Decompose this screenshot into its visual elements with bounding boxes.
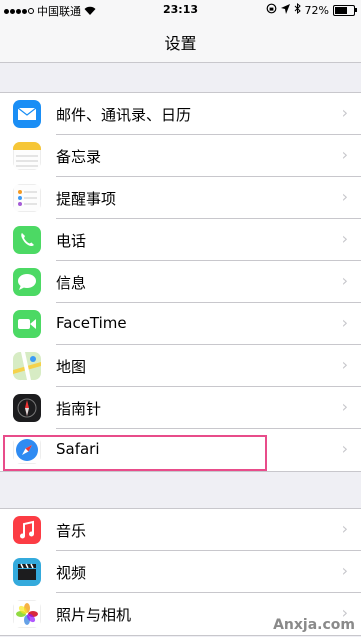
compass-icon [13, 394, 41, 422]
chevron-right-icon: › [341, 355, 348, 374]
row-label: 照片与相机 [56, 606, 132, 624]
row-label: FaceTime [56, 314, 127, 332]
row-label: 音乐 [56, 522, 87, 540]
reminders-icon [13, 184, 41, 212]
mail-icon [13, 100, 41, 128]
battery-icon [333, 4, 357, 16]
chevron-right-icon: › [341, 271, 348, 290]
location-icon [280, 3, 290, 17]
chevron-right-icon: › [341, 145, 348, 164]
safari-highlight-box [3, 435, 267, 471]
settings-row-facetime[interactable]: FaceTime › [0, 303, 361, 345]
settings-row-videos[interactable]: 视频 › [0, 551, 361, 593]
chevron-right-icon: › [341, 229, 348, 248]
settings-row-maps[interactable]: 地图 › [0, 345, 361, 387]
battery-percent: 72% [304, 3, 329, 17]
chevron-right-icon: › [341, 187, 348, 206]
bluetooth-icon [294, 2, 301, 17]
settings-row-messages[interactable]: 信息 › [0, 261, 361, 303]
settings-row-music[interactable]: 音乐 › [0, 509, 361, 551]
chevron-right-icon: › [341, 313, 348, 332]
chevron-right-icon: › [341, 439, 348, 458]
chevron-right-icon: › [341, 519, 348, 538]
messages-icon [13, 268, 41, 296]
row-label: 信息 [56, 274, 87, 292]
row-label: 备忘录 [56, 148, 102, 166]
row-label: 视频 [56, 564, 87, 582]
settings-row-compass[interactable]: 指南针 › [0, 387, 361, 429]
navigation-bar: 设置 [0, 20, 361, 63]
chevron-right-icon: › [341, 397, 348, 416]
music-icon [13, 516, 41, 544]
page-title: 设置 [164, 34, 197, 53]
settings-row-phone[interactable]: 电话 › [0, 219, 361, 261]
facetime-icon [13, 310, 41, 338]
row-label: 电话 [56, 232, 87, 250]
settings-row-reminders[interactable]: 提醒事项 › [0, 177, 361, 219]
notes-icon [13, 142, 41, 170]
watermark: Anxja.com [273, 617, 355, 633]
rotation-lock-icon [266, 3, 277, 17]
watermark-text: Anxja.com [273, 617, 355, 633]
row-label: 邮件、通讯录、日历 [56, 106, 192, 124]
row-label: 指南针 [56, 400, 102, 418]
videos-icon [13, 558, 41, 586]
settings-row-mail[interactable]: 邮件、通讯录、日历 › [0, 93, 361, 135]
row-label: 提醒事项 [56, 190, 117, 208]
settings-group-1: 邮件、通讯录、日历 › 备忘录 › 提醒事项 › 电话 › 信息 › FaceT… [0, 92, 361, 472]
settings-row-notes[interactable]: 备忘录 › [0, 135, 361, 177]
chevron-right-icon: › [341, 103, 348, 122]
phone-icon [13, 226, 41, 254]
photos-icon [13, 600, 41, 628]
chevron-right-icon: › [341, 561, 348, 580]
status-bar: 中国联通 23:13 72% [0, 0, 361, 20]
row-label: 地图 [56, 358, 87, 376]
maps-icon [13, 352, 41, 380]
